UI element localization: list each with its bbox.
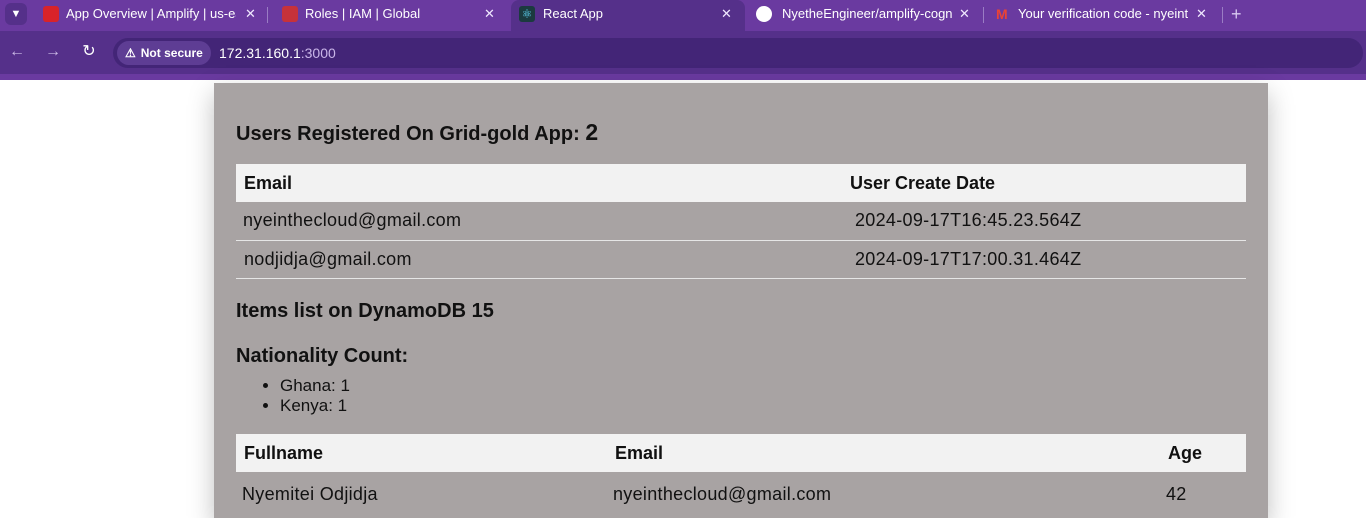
table-header-row: Fullname Email Age (236, 434, 1246, 472)
table-header-row: Email User Create Date (236, 164, 1246, 202)
table-row: nodjidja@gmail.com 2024-09-17T17:00.31.4… (236, 240, 1246, 279)
tab-gmail[interactable]: M Your verification code - nyeinthe ✕ (988, 0, 1218, 28)
close-icon[interactable]: ✕ (721, 0, 732, 28)
tab-title: Your verification code - nyeinthe (1018, 6, 1188, 21)
close-icon[interactable]: ✕ (484, 0, 495, 28)
close-icon[interactable]: ✕ (1196, 0, 1207, 28)
users-heading: Users Registered On Grid-gold App: 2 (236, 119, 598, 146)
forward-arrow-icon[interactable]: → (44, 43, 62, 61)
column-header-age: Age (1160, 434, 1246, 472)
security-chip[interactable]: ⚠ Not secure (117, 41, 211, 65)
tab-separator (1222, 7, 1223, 23)
close-icon[interactable]: ✕ (245, 0, 256, 28)
list-item: Kenya: 1 (280, 396, 350, 416)
cell-age: 42 (1166, 483, 1187, 504)
tab-title: Roles | IAM | Global (305, 6, 421, 21)
cell-email: nyeinthecloud@gmail.com (236, 202, 842, 241)
users-table: Email User Create Date nyeinthecloud@gma… (236, 164, 1246, 279)
content-panel: Users Registered On Grid-gold App: 2 Ema… (214, 83, 1268, 518)
react-icon: ⚛ (519, 6, 535, 22)
column-header-fullname: Fullname (236, 434, 607, 472)
reload-icon[interactable]: ↻ (80, 43, 98, 61)
page-viewport: Users Registered On Grid-gold App: 2 Ema… (0, 80, 1366, 518)
list-item: Ghana: 1 (280, 376, 350, 396)
column-header-create-date: User Create Date (842, 164, 1246, 202)
back-arrow-icon[interactable]: ← (8, 43, 26, 61)
url-host: 172.31.160.1 (219, 45, 301, 61)
people-table: Fullname Email Age Nyemitei Odjidja nyei… (236, 434, 1246, 516)
cell-email: nodjidja@gmail.com (236, 240, 842, 279)
items-heading: Items list on DynamoDB 15 (236, 300, 494, 322)
nationality-heading: Nationality Count: (236, 345, 409, 367)
column-header-email: Email (236, 164, 842, 202)
address-bar[interactable]: ⚠ Not secure 172.31.160.1:3000 (113, 38, 1363, 68)
github-icon (756, 6, 772, 22)
tab-title: App Overview | Amplify | us-eas (66, 6, 236, 21)
cell-create-date: 2024-09-17T17:00.31.464Z (842, 240, 1246, 279)
gmail-icon: M (996, 6, 1008, 22)
cell-create-date: 2024-09-17T16:45.23.564Z (842, 202, 1246, 241)
tab-search-chevron-icon[interactable]: ▼ (5, 3, 27, 25)
tab-amplify[interactable]: App Overview | Amplify | us-eas ✕ (35, 0, 265, 28)
browser-toolbar: ← → ↻ ⚠ Not secure 172.31.160.1:3000 (0, 31, 1366, 74)
column-header-email: Email (607, 434, 1160, 472)
url-text[interactable]: 172.31.160.1:3000 (219, 38, 336, 68)
url-port: :3000 (300, 45, 336, 61)
tab-separator (983, 7, 984, 23)
cell-fullname: Nyemitei Odjidja (242, 483, 378, 504)
table-row: nyeinthecloud@gmail.com 2024-09-17T16:45… (236, 202, 1246, 241)
users-heading-text: Users Registered On Grid-gold App: (236, 123, 580, 145)
tab-react-app[interactable]: ⚛ React App ✕ (511, 0, 745, 31)
warning-triangle-icon: ⚠ (125, 46, 136, 60)
table-row: Nyemitei Odjidja nyeinthecloud@gmail.com… (236, 472, 1246, 516)
security-label: Not secure (140, 46, 203, 60)
tab-title: NyetheEngineer/amplify-cognit (782, 6, 952, 21)
close-icon[interactable]: ✕ (959, 0, 970, 28)
users-count: 2 (585, 119, 599, 145)
new-tab-plus-icon[interactable]: + (1231, 1, 1242, 27)
aws-amplify-icon (43, 6, 59, 22)
aws-iam-icon (282, 6, 298, 22)
tab-separator (267, 7, 268, 23)
tab-strip: ▼ App Overview | Amplify | us-eas ✕ Role… (0, 0, 1366, 31)
cell-email: nyeinthecloud@gmail.com (613, 483, 832, 504)
tab-github[interactable]: NyetheEngineer/amplify-cognit ✕ (748, 0, 978, 28)
tab-iam[interactable]: Roles | IAM | Global ✕ (274, 0, 504, 28)
tab-title: React App (543, 6, 603, 21)
nationality-list: Ghana: 1 Kenya: 1 (280, 376, 350, 416)
